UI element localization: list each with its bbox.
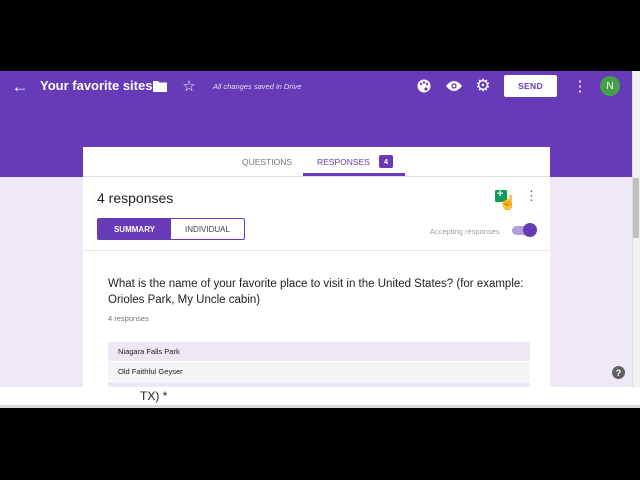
settings-gear-icon[interactable]: ⚙: [474, 76, 492, 95]
preview-eye-icon[interactable]: [445, 78, 463, 94]
form-tabs: QUESTIONS RESPONSES 4: [83, 147, 550, 177]
background-window-text: TX) *: [140, 389, 168, 403]
summary-button[interactable]: SUMMARY: [98, 219, 171, 239]
palette-icon[interactable]: [416, 78, 432, 94]
help-icon[interactable]: ?: [612, 366, 625, 379]
save-status: All changes saved in Drive: [213, 82, 302, 91]
question-text: What is the name of your favorite place …: [108, 278, 524, 306]
responses-count-badge: 4: [378, 155, 394, 168]
question-response-count: 4 responses: [108, 314, 149, 323]
answer-row: Old Faithful Geyser: [108, 362, 530, 381]
folder-icon[interactable]: [152, 79, 168, 93]
browser-viewport: ← Your favorite sites ☆ All changes save…: [0, 71, 640, 407]
account-avatar[interactable]: N: [600, 76, 620, 96]
responses-summary-card: 4 responses ☝ ⋮ SUMMARY INDIVIDUAL Accep…: [83, 177, 550, 251]
form-title[interactable]: Your favorite sites: [40, 78, 152, 93]
responses-heading: 4 responses: [97, 190, 174, 206]
more-options-icon[interactable]: ⋮: [572, 77, 588, 95]
active-tab-indicator: [303, 173, 405, 176]
responses-more-icon[interactable]: ⋮: [525, 188, 538, 204]
back-arrow-icon[interactable]: ←: [10, 77, 30, 97]
tab-responses[interactable]: RESPONSES 4: [317, 147, 394, 176]
answer-row: Niagara Falls Park: [108, 342, 530, 361]
star-icon[interactable]: ☆: [181, 77, 197, 95]
send-button[interactable]: SEND: [504, 75, 557, 97]
scrollbar-thumb[interactable]: [633, 178, 639, 238]
scrollbar[interactable]: [632, 71, 640, 407]
background-divider: [0, 405, 640, 408]
view-toggle: SUMMARY INDIVIDUAL: [97, 218, 245, 240]
accepting-responses-label: Accepting responses: [430, 227, 500, 236]
tab-questions[interactable]: QUESTIONS: [242, 147, 292, 176]
toggle-knob[interactable]: [523, 223, 537, 237]
tab-responses-label: RESPONSES: [317, 156, 370, 167]
mouse-pointer-icon: ☝: [499, 194, 517, 210]
background-window: [0, 387, 640, 405]
individual-button[interactable]: INDIVIDUAL: [171, 219, 244, 239]
question-summary-card: What is the name of your favorite place …: [83, 251, 550, 407]
